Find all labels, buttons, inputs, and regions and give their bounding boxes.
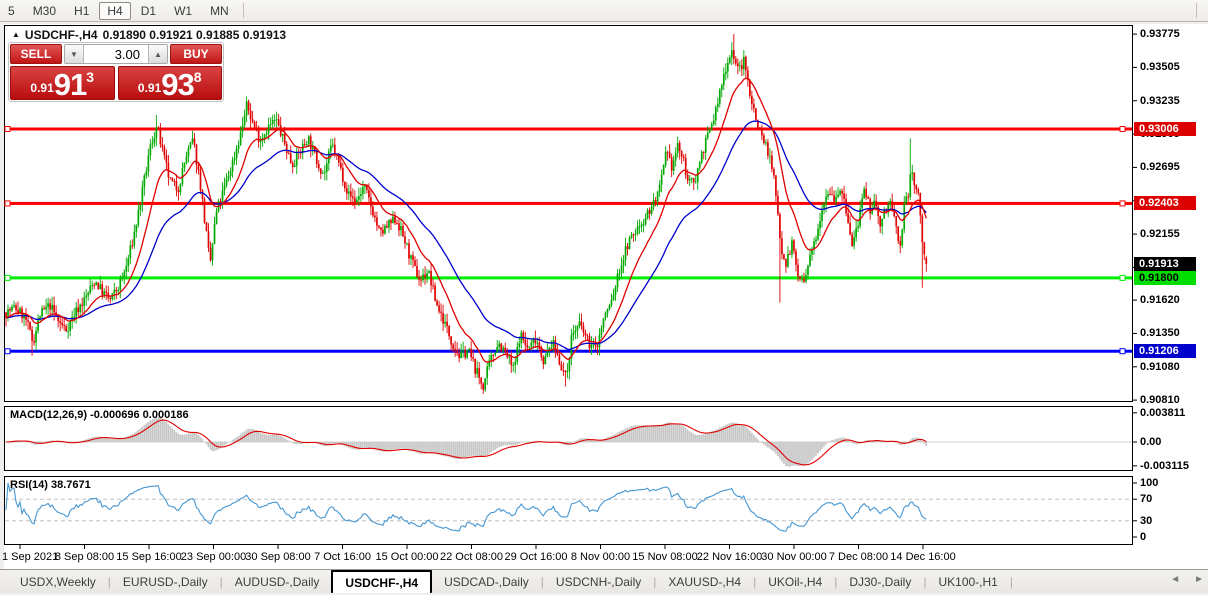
bid-price-prefix: 0.91 [30, 81, 53, 95]
toolbar-divider [243, 3, 244, 18]
timeframe-toolbar: 5M30H1H4D1W1MN [0, 0, 1208, 22]
chart-tab-xauusd-h4[interactable]: XAUUSD-,H4 [656, 570, 753, 593]
time-axis-label: 7 Oct 16:00 [314, 551, 371, 563]
chart-header: ▲ USDCHF-,H4 0.91890 0.91921 0.91885 0.9… [12, 28, 286, 42]
macd-axis-tick: 0.00 [1140, 436, 1161, 448]
one-click-trading-panel: SELL ▼ 3.00 ▲ BUY 0.91913 0.91938 [8, 42, 224, 102]
time-axis-label: 29 Oct 16:00 [505, 551, 568, 563]
chart-symbol-period: USDCHF-,H4 [25, 28, 98, 42]
macd-axis-tick: -0.003115 [1140, 460, 1189, 472]
time-axis-label: 30 Nov 00:00 [761, 551, 826, 563]
time-axis-label: 22 Nov 16:00 [697, 551, 762, 563]
chart-tab-usdchf-h4[interactable]: USDCHF-,H4 [331, 570, 432, 593]
timeframe-button-H1[interactable]: H1 [66, 2, 97, 20]
time-axis-label: 8 Nov 00:00 [571, 551, 630, 563]
price-axis-tick: 0.93505 [1140, 61, 1180, 73]
rsi-axis-tick: 30 [1140, 515, 1152, 527]
volume-decrease-button[interactable]: ▼ [65, 45, 84, 63]
current-price-badge: 0.91913 [1134, 257, 1196, 271]
chart-tab-usdcad-daily[interactable]: USDCAD-,Daily [432, 570, 541, 593]
rsi-panel-frame[interactable] [5, 477, 1133, 545]
timeframe-button-MN[interactable]: MN [202, 2, 237, 20]
timeframe-button-5[interactable]: 5 [0, 2, 23, 20]
toolbar-divider-right [1196, 3, 1197, 18]
chart-tab-dj30-daily[interactable]: DJ30-,Daily [837, 570, 923, 593]
tab-separator: | [1010, 575, 1013, 589]
buy-button[interactable]: BUY [170, 44, 222, 64]
sell-button[interactable]: SELL [10, 44, 62, 64]
volume-increase-button[interactable]: ▲ [148, 45, 167, 63]
chart-tab-uk100-h1[interactable]: UK100-,H1 [926, 570, 1009, 593]
time-axis-label: 23 Sep 00:00 [181, 551, 246, 563]
price-axis-tick: 0.91620 [1140, 294, 1180, 306]
rsi-axis-tick: 0 [1140, 531, 1146, 543]
price-level-badge: 0.91206 [1134, 344, 1196, 358]
macd-axis-tick: 0.003811 [1140, 407, 1185, 419]
chart-tab-audusd-daily[interactable]: AUDUSD-,Daily [223, 570, 332, 593]
price-level-badge: 0.91800 [1134, 271, 1196, 285]
rsi-label: RSI(14) 38.7671 [10, 479, 91, 491]
price-axis-tick: 0.91350 [1140, 327, 1180, 339]
time-axis-label: 7 Dec 08:00 [829, 551, 888, 563]
price-level-badge: 0.93006 [1134, 122, 1196, 136]
price-axis-tick: 0.90810 [1140, 394, 1180, 406]
collapse-triangle-icon[interactable]: ▲ [12, 31, 20, 39]
timeframe-button-W1[interactable]: W1 [166, 2, 200, 20]
timeframe-button-D1[interactable]: D1 [133, 2, 164, 20]
ask-price-big: 93 [161, 71, 193, 98]
price-axis-tick: 0.91080 [1140, 361, 1180, 373]
volume-value[interactable]: 3.00 [84, 45, 148, 63]
chart-tab-eurusd-daily[interactable]: EURUSD-,Daily [111, 570, 220, 593]
price-level-badge: 0.92403 [1134, 196, 1196, 210]
time-axis-label: 15 Nov 08:00 [632, 551, 697, 563]
chart-ohlc-values: 0.91890 0.91921 0.91885 0.91913 [103, 28, 287, 42]
time-axis-label: 15 Oct 00:00 [376, 551, 439, 563]
timeframe-button-M30[interactable]: M30 [25, 2, 64, 20]
chart-tab-usdcnh-daily[interactable]: USDCNH-,Daily [544, 570, 653, 593]
time-axis-label: 14 Dec 16:00 [890, 551, 955, 563]
ask-price-pipette: 8 [194, 69, 202, 85]
price-axis-tick: 0.92155 [1140, 228, 1180, 240]
bid-quote-panel[interactable]: 0.91913 [10, 66, 115, 100]
chart-tab-ukoil-h4[interactable]: UKOil-,H4 [756, 570, 834, 593]
price-axis-tick: 0.93235 [1140, 95, 1180, 107]
bid-price-big: 91 [54, 71, 86, 98]
time-axis-label: 30 Sep 08:00 [245, 551, 310, 563]
time-axis-label: 22 Oct 08:00 [440, 551, 503, 563]
rsi-axis-tick: 70 [1140, 493, 1152, 505]
bid-price-pipette: 3 [86, 69, 94, 85]
chart-tab-bar: USDX,Weekly|EURUSD-,Daily|AUDUSD-,DailyU… [0, 569, 1208, 593]
tab-scroll-right-icon[interactable]: ► [1194, 574, 1204, 585]
rsi-axis-tick: 100 [1140, 477, 1158, 489]
time-axis-label: 8 Sep 08:00 [55, 551, 114, 563]
price-axis-tick: 0.93775 [1140, 28, 1180, 40]
ask-price-prefix: 0.91 [138, 81, 161, 95]
tab-scroll-controls: ◄ ► [1170, 574, 1204, 585]
tab-scroll-left-icon[interactable]: ◄ [1170, 574, 1180, 585]
time-axis-label: 15 Sep 16:00 [116, 551, 181, 563]
macd-label: MACD(12,26,9) -0.000696 0.000186 [10, 409, 189, 421]
timeframe-button-H4[interactable]: H4 [99, 2, 130, 20]
chart-tab-usdx-weekly[interactable]: USDX,Weekly [8, 570, 108, 593]
time-axis-label: 1 Sep 2021 [2, 551, 58, 563]
price-axis-tick: 0.92695 [1140, 161, 1180, 173]
volume-stepper: ▼ 3.00 ▲ [64, 44, 168, 64]
ask-quote-panel[interactable]: 0.91938 [118, 66, 223, 100]
